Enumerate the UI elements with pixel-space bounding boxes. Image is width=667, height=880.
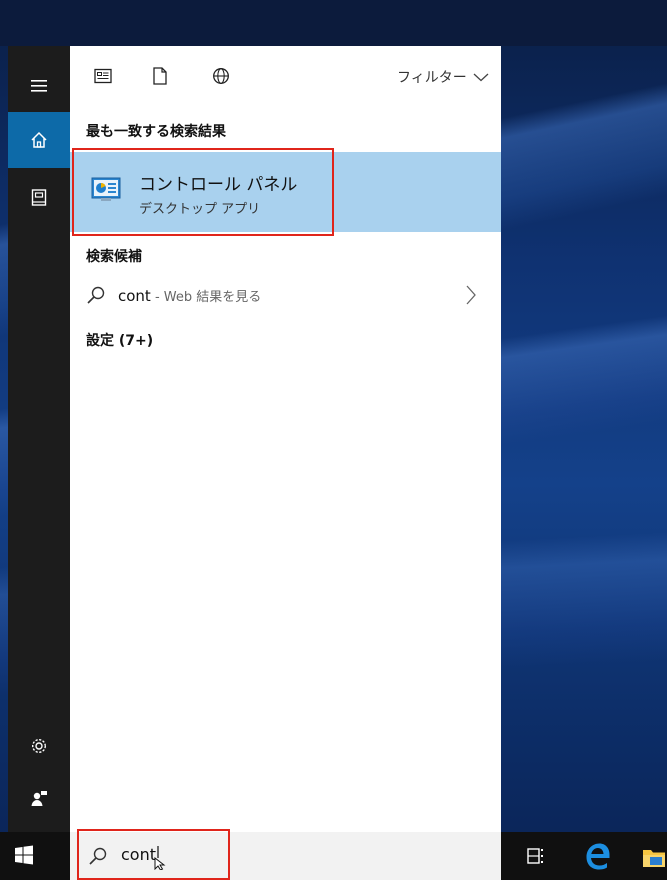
- suggestion-query: cont: [118, 287, 151, 305]
- apps-icon: [94, 68, 112, 84]
- best-match-annotation-box: [72, 148, 334, 236]
- home-icon: [31, 131, 47, 148]
- notebook-button[interactable]: [8, 170, 70, 226]
- documents-filter-button[interactable]: [148, 64, 172, 88]
- start-rail: [8, 46, 70, 832]
- apps-filter-button[interactable]: [91, 64, 115, 88]
- suggestion-text: cont - Web 結果を見る: [118, 286, 261, 305]
- globe-icon: [213, 68, 229, 84]
- search-icon: [86, 285, 106, 305]
- windows-logo-icon: [15, 845, 33, 865]
- chevron-right-icon: [462, 284, 480, 306]
- hamburger-icon: [31, 80, 47, 92]
- filter-label: フィルター: [397, 70, 467, 86]
- edge-browser-button[interactable]: [583, 842, 611, 870]
- settings-header[interactable]: 設定 (7+): [86, 330, 153, 350]
- folder-icon: [643, 850, 665, 867]
- home-button[interactable]: [8, 112, 70, 168]
- hamburger-menu-button[interactable]: [8, 58, 70, 114]
- notebook-icon: [31, 189, 47, 206]
- gear-icon: [31, 738, 47, 754]
- desktop-top-band: [0, 0, 667, 46]
- suggestions-header: 検索候補: [86, 249, 142, 265]
- document-icon: [153, 67, 167, 85]
- web-filter-button[interactable]: [209, 64, 233, 88]
- feedback-icon: [31, 791, 47, 806]
- start-button[interactable]: [14, 845, 36, 867]
- edge-icon: [586, 843, 610, 870]
- settings-button[interactable]: [8, 718, 70, 774]
- best-match-header: 最も一致する検索結果: [86, 124, 226, 140]
- task-view-icon: [527, 848, 543, 864]
- filter-dropdown[interactable]: フィルター: [397, 67, 489, 87]
- search-box-annotation-box: [77, 829, 230, 880]
- task-view-button[interactable]: [527, 846, 547, 866]
- file-explorer-button[interactable]: [641, 845, 667, 871]
- chevron-down-icon: [473, 73, 489, 82]
- feedback-button[interactable]: [8, 770, 70, 826]
- suggestion-hint: - Web 結果を見る: [150, 290, 262, 305]
